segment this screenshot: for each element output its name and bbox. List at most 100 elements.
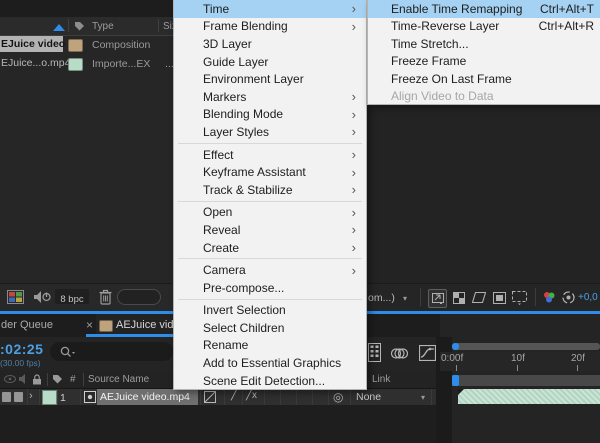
- menu-item-camera[interactable]: Camera ›: [174, 261, 366, 279]
- zoom-dropdown[interactable]: om...): [368, 292, 395, 304]
- project-row-composition[interactable]: EJuice video Composition: [0, 36, 175, 53]
- project-row-footage[interactable]: EJuice...o.mp4 Importe...EX ...: [0, 55, 175, 72]
- project-item-name[interactable]: EJuice video: [1, 38, 65, 50]
- column-divider[interactable]: [68, 19, 69, 32]
- submenu-arrow-icon: ›: [351, 89, 356, 105]
- layer-name-selected[interactable]: AEJuice video.mp4: [97, 389, 198, 405]
- column-divider[interactable]: [47, 373, 48, 386]
- menu-item-label: Freeze Frame: [391, 54, 467, 69]
- graph-editor-button[interactable]: [419, 345, 436, 361]
- tab-render-queue[interactable]: der Queue: [1, 319, 53, 331]
- menu-item-track-stabilize[interactable]: Track & Stabilize ›: [174, 181, 366, 199]
- guides-options-button[interactable]: [511, 289, 528, 306]
- audio-column-icon[interactable]: [19, 374, 27, 384]
- menu-item-guide-layer[interactable]: Guide Layer: [174, 53, 366, 71]
- label-color-swatch[interactable]: [68, 58, 83, 71]
- bit-depth-button[interactable]: 8 bpc: [55, 289, 89, 305]
- menu-item-freeze-frame[interactable]: Freeze Frame: [368, 53, 600, 71]
- video-toggle-icon[interactable]: [2, 392, 11, 402]
- menu-item-effect[interactable]: Effect ›: [174, 146, 366, 164]
- column-divider[interactable]: [158, 19, 159, 32]
- fast-previews-button[interactable]: [428, 289, 447, 308]
- submenu-arrow-icon: ›: [351, 204, 356, 220]
- menu-item-label: Environment Layer: [203, 72, 304, 87]
- menu-item-freeze-on-last-frame[interactable]: Freeze On Last Frame: [368, 70, 600, 88]
- menu-item-label: Time Stretch...: [391, 36, 469, 51]
- mute-audio-icon[interactable]: [33, 290, 51, 304]
- current-timecode[interactable]: :02:25: [0, 341, 43, 357]
- menu-item-select-children[interactable]: Select Children: [174, 319, 366, 337]
- footage-thumbnail-icon[interactable]: [7, 290, 24, 304]
- search-pill[interactable]: [117, 289, 161, 305]
- menu-item-reveal[interactable]: Reveal ›: [174, 221, 366, 239]
- menu-item-open[interactable]: Open ›: [174, 204, 366, 222]
- audio-toggle-icon[interactable]: [14, 392, 23, 402]
- menu-item-markers[interactable]: Markers ›: [174, 88, 366, 106]
- submenu-arrow-icon: ›: [351, 164, 356, 180]
- column-divider[interactable]: [83, 373, 84, 386]
- label-column-icon[interactable]: [52, 374, 63, 385]
- effects-switch-icon[interactable]: ╱: [231, 390, 237, 401]
- trash-icon[interactable]: [99, 289, 112, 305]
- parent-pickwhip-icon[interactable]: ◎: [333, 390, 343, 404]
- menu-item-label: Keyframe Assistant: [203, 165, 306, 180]
- playhead-marker[interactable]: [452, 375, 459, 386]
- column-number[interactable]: #: [70, 374, 76, 385]
- exposure-shutter-icon[interactable]: [560, 289, 577, 306]
- menu-item-time[interactable]: Time ›: [174, 0, 366, 18]
- menu-item-label: Create: [203, 240, 240, 255]
- menu-item-add-to-essential-graphics[interactable]: Add to Essential Graphics: [174, 354, 366, 372]
- menu-item-label: Blending Mode: [203, 107, 284, 122]
- column-type[interactable]: Type: [92, 21, 114, 32]
- column-source-name[interactable]: Source Name: [88, 374, 149, 385]
- layer-row[interactable]: › 1 AEJuice video.mp4 ╱ ╱x ◎ None ▾: [0, 389, 436, 405]
- region-of-interest-button[interactable]: [491, 289, 508, 306]
- submenu-arrow-icon: ›: [351, 1, 356, 17]
- menu-item-create[interactable]: Create ›: [174, 239, 366, 257]
- layer-color-swatch[interactable]: [42, 390, 57, 405]
- label-column-icon[interactable]: [74, 21, 85, 32]
- menu-item-3d-layer[interactable]: 3D Layer: [174, 35, 366, 53]
- label-color-swatch[interactable]: [68, 39, 83, 52]
- column-link[interactable]: Link: [372, 374, 390, 385]
- tab-composition-active[interactable]: AEJuice video: [96, 314, 186, 335]
- menu-item-time-stretch[interactable]: Time Stretch...: [368, 35, 600, 53]
- menu-item-frame-blending[interactable]: Frame Blending ›: [174, 18, 366, 36]
- menu-item-enable-time-remapping[interactable]: Enable Time Remapping Ctrl+Alt+T: [368, 0, 600, 18]
- timeline-horizontal-scrollbar[interactable]: [452, 343, 600, 350]
- transparency-grid-button[interactable]: [450, 289, 467, 306]
- scrollbar-playhead-cap[interactable]: [452, 343, 459, 350]
- exposure-value[interactable]: +0,0: [578, 292, 598, 303]
- eye-column-icon[interactable]: [4, 375, 16, 383]
- parent-link-dropdown[interactable]: None: [356, 391, 381, 403]
- fx-switch-icon[interactable]: ╱x: [246, 390, 257, 401]
- project-item-name[interactable]: EJuice...o.mp4: [1, 57, 70, 69]
- menu-item-environment-layer[interactable]: Environment Layer: [174, 70, 366, 88]
- frame-blending-button[interactable]: [391, 347, 408, 360]
- show-channel-icon[interactable]: [540, 289, 557, 306]
- layer-type-icon: [84, 391, 96, 403]
- menu-item-rename[interactable]: Rename: [174, 337, 366, 355]
- composition-marker-button[interactable]: [368, 343, 381, 362]
- menu-item-blending-mode[interactable]: Blending Mode ›: [174, 106, 366, 124]
- timeline-search-input[interactable]: [50, 342, 173, 361]
- menu-item-time-reverse-layer[interactable]: Time-Reverse Layer Ctrl+Alt+R: [368, 18, 600, 36]
- sort-ascending-icon[interactable]: [53, 24, 65, 31]
- quality-switch-icon[interactable]: [204, 391, 216, 403]
- menu-item-label: Track & Stabilize: [203, 182, 293, 197]
- menu-item-label: Time: [203, 1, 230, 16]
- menu-item-invert-selection[interactable]: Invert Selection: [174, 302, 366, 320]
- menu-item-scene-edit-detection[interactable]: Scene Edit Detection...: [174, 372, 366, 390]
- expander-icon[interactable]: ›: [29, 390, 33, 402]
- menu-item-label: Invert Selection: [203, 303, 286, 318]
- lock-column-icon[interactable]: [32, 374, 42, 385]
- work-area-bar[interactable]: [452, 375, 600, 386]
- menu-item-keyframe-assistant[interactable]: Keyframe Assistant ›: [174, 163, 366, 181]
- close-icon[interactable]: ×: [86, 318, 93, 332]
- menu-item-pre-compose[interactable]: Pre-compose...: [174, 279, 366, 297]
- menu-item-label: Effect: [203, 147, 234, 162]
- menu-item-layer-styles[interactable]: Layer Styles ›: [174, 123, 366, 141]
- mask-visibility-button[interactable]: [470, 289, 487, 306]
- layer-duration-bar[interactable]: [458, 389, 600, 404]
- time-ruler[interactable]: 0:00f 10f 20f: [440, 352, 600, 371]
